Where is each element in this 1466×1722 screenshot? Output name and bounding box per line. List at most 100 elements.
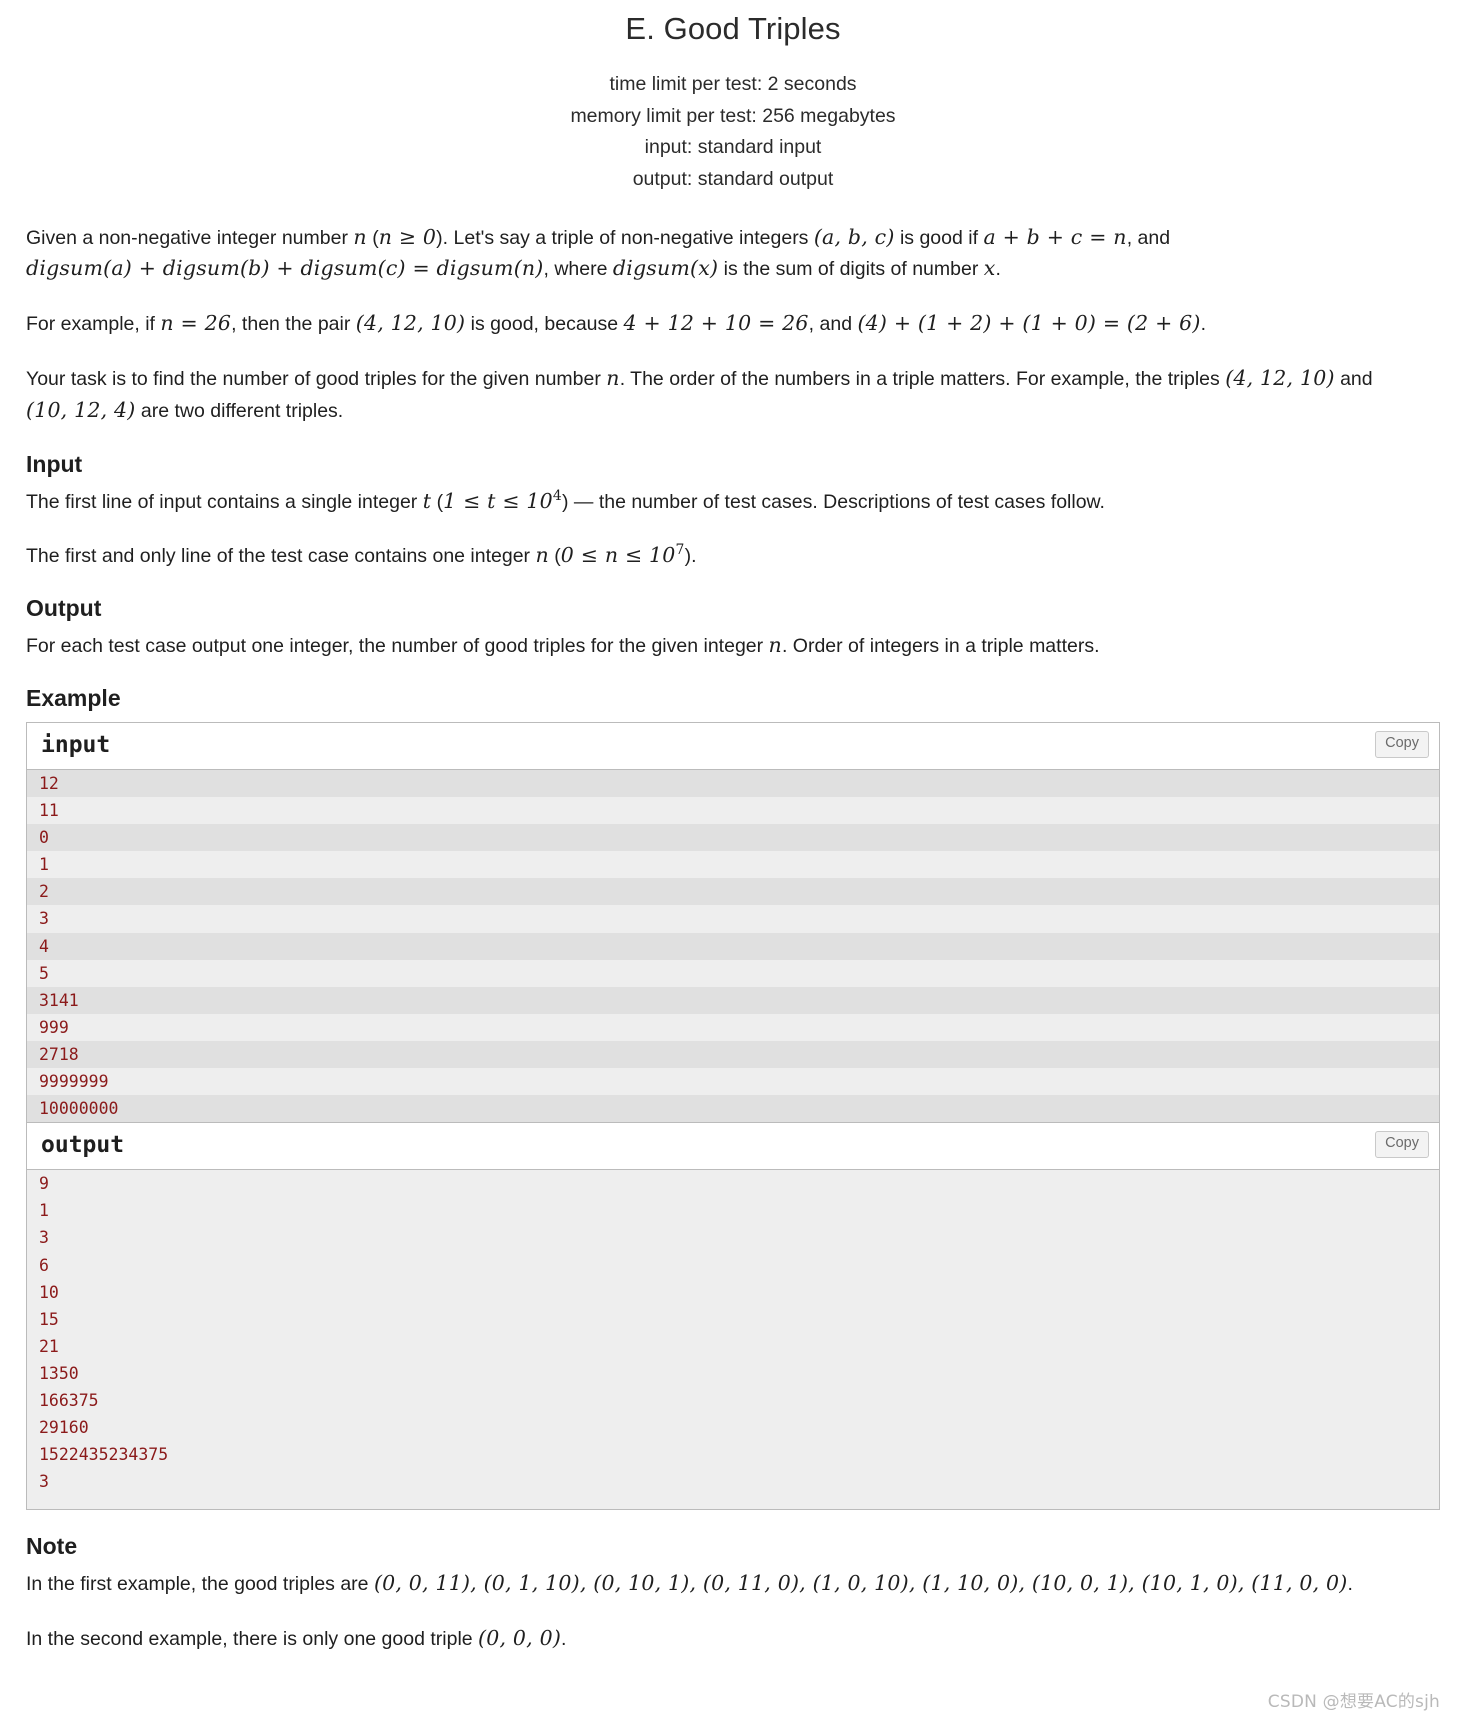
stmt-text: is good, because (465, 313, 624, 336)
stmt-text: ( (431, 490, 444, 513)
math-digit-sum-equation: (4) + (1 + 2) + (1 + 0) = (2 + 6) (857, 311, 1201, 336)
math-n-ge-0: n ≥ 0 (378, 224, 437, 249)
math-digsum-x: digsum(x) (612, 256, 719, 281)
sample-output-data[interactable]: 9 1 3 6 10 15 21 1350 166375 29160 1522435234375 3 (27, 1170, 1439, 1510)
sample-line: 1 (27, 1197, 1439, 1225)
sample-line: 1350 (27, 1359, 1439, 1388)
stmt-text: In the first example, the good triples a… (26, 1573, 374, 1596)
sample-line: 10 (27, 1278, 1439, 1306)
stmt-text: ). (684, 545, 697, 568)
problem-page: E. Good Triples time limit per test: 2 s… (0, 0, 1466, 1722)
sample-line: 0 (27, 824, 1439, 852)
sample-line: 3141 (27, 986, 1439, 1014)
input-spec: input: standard input (644, 136, 822, 159)
sample-line: 2718 (27, 1040, 1439, 1068)
stmt-text: Your task is to find the number of good … (26, 367, 607, 390)
sample-line: 3 (27, 905, 1439, 933)
math-abc-equals-n: a + b + c = n (983, 224, 1127, 249)
sample-tests: input Copy 12 11 0 1 2 3 4 5 3141 999 2718 9999999 1… (26, 721, 1440, 1511)
problem-content: Given a non-negative integer number n (n… (0, 222, 1466, 1655)
math-n: n (606, 365, 620, 390)
note-paragraph-1: In the first example, the good triples a… (26, 1568, 1440, 1600)
stmt-text: is good if (894, 226, 984, 249)
stmt-text: ( (366, 226, 379, 249)
input-line-2: The first and only line of the test case… (26, 540, 1440, 572)
math-n-range-base: 0 ≤ n ≤ 10 (560, 543, 676, 568)
example-heading: Example (26, 684, 121, 711)
sample-line: 9999999 (27, 1067, 1439, 1096)
math-zero-triple: (0, 0, 0) (478, 1626, 562, 1651)
sample-line: 12 (27, 769, 1439, 798)
math-t-range-exponent: 4 (552, 487, 562, 504)
input-line-1: The first line of input contains a singl… (26, 486, 1440, 518)
copy-input-button[interactable]: Copy (1375, 730, 1429, 758)
stmt-text: For example, if (26, 313, 161, 336)
csdn-watermark: CSDN @想要AC的sjh (1267, 1692, 1440, 1712)
math-t-range: 1 ≤ t ≤ 104 (443, 489, 562, 513)
output-heading: Output (26, 595, 102, 622)
stmt-text: The first line of input contains a singl… (26, 490, 423, 513)
sample-input-header: input Copy (27, 722, 1439, 770)
statement-paragraph-2: For example, if n = 26, then the pair (4… (26, 308, 1440, 340)
stmt-text: ( (548, 545, 561, 568)
math-triple-abc: (a, b, c) (813, 224, 895, 249)
sample-output-header: output Copy (27, 1123, 1439, 1171)
sample-output-box: output Copy 9 1 3 6 10 15 21 1350 166375 29160 152… (27, 1123, 1439, 1511)
math-n: n (535, 543, 549, 568)
sample-line: 166375 (27, 1387, 1439, 1415)
input-heading: Input (26, 450, 83, 477)
sample-line: 4 (27, 932, 1439, 960)
statement-paragraph-3: Your task is to find the number of good … (26, 363, 1440, 427)
math-n: n (353, 224, 367, 249)
math-sum-equation: 4 + 12 + 10 = 26 (623, 311, 809, 336)
sample-line: 15 (27, 1305, 1439, 1333)
stmt-text: The first and only line of the test case… (26, 545, 536, 568)
sample-line: 5 (27, 959, 1439, 987)
math-t-range-base: 1 ≤ t ≤ 10 (443, 488, 553, 513)
math-n-range-exponent: 7 (675, 542, 685, 559)
output-spec: output: standard output (632, 167, 834, 190)
stmt-text: . (1347, 1573, 1353, 1596)
memory-limit: memory limit per test: 256 megabytes (570, 104, 896, 127)
math-triple-one: (4, 12, 10) (1225, 365, 1335, 390)
sample-line: 1522435234375 (27, 1441, 1439, 1469)
copy-output-button[interactable]: Copy (1375, 1131, 1429, 1159)
sample-line: 21 (27, 1332, 1439, 1360)
note-heading: Note (26, 1533, 78, 1560)
math-n: n (768, 633, 782, 658)
stmt-text: , and (808, 313, 858, 336)
stmt-text: are two different triples. (135, 399, 344, 422)
stmt-text: . The order of the numbers in a triple m… (619, 367, 1226, 390)
sample-line: 1 (27, 851, 1439, 879)
stmt-text: ). Let's say a triple of non-negative in… (436, 226, 814, 249)
sample-output-label: output (41, 1132, 125, 1159)
math-t: t (422, 488, 432, 513)
stmt-text: Given a non-negative integer number (26, 226, 354, 249)
sample-input-box: input Copy 12 11 0 1 2 3 4 5 3141 999 2718 9999999 1… (27, 722, 1439, 1124)
sample-line: 3 (27, 1224, 1439, 1252)
stmt-text: ) — the number of test cases. Descriptio… (561, 490, 1105, 513)
example-section: Example input Copy 12 11 0 1 2 3 4 5 3141 999 2718… (26, 684, 1440, 1511)
stmt-text: . (1200, 313, 1207, 336)
problem-header: E. Good Triples time limit per test: 2 s… (0, 0, 1466, 196)
sample-input-data[interactable]: 12 11 0 1 2 3 4 5 3141 999 2718 9999999 10000000 (27, 769, 1439, 1123)
sample-line: 10000000 (27, 1095, 1439, 1123)
sample-line: 29160 (27, 1414, 1439, 1442)
stmt-text: , and (1126, 226, 1171, 249)
sample-line: 3 (27, 1468, 1439, 1496)
math-n-range: 0 ≤ n ≤ 107 (561, 543, 685, 567)
stmt-text: For each test case output one integer, t… (26, 635, 769, 658)
math-triple-two: (10, 12, 4) (26, 397, 136, 422)
output-section: Output For each test case output one int… (26, 594, 1440, 662)
stmt-text: . (561, 1628, 567, 1651)
stmt-text: , then the pair (231, 313, 356, 336)
stmt-text: is the sum of digits of number (718, 258, 984, 281)
stmt-text: In the second example, there is only one… (26, 1628, 479, 1651)
stmt-text: and (1334, 367, 1373, 390)
stmt-text: . (995, 258, 1001, 281)
stmt-text: , where (543, 258, 613, 281)
statement-paragraph-1: Given a non-negative integer number n (n… (26, 222, 1440, 286)
sample-line: 2 (27, 878, 1439, 906)
sample-line: 6 (27, 1251, 1439, 1279)
math-n-equals-26: n = 26 (160, 311, 232, 336)
